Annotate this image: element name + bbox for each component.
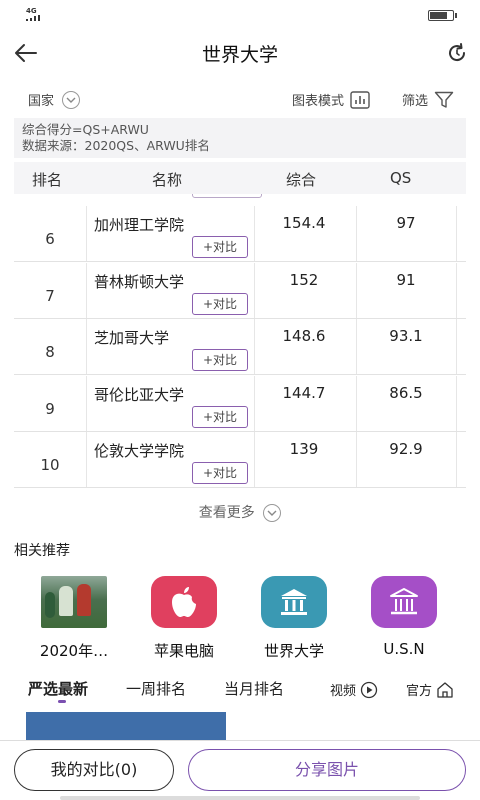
score-formula: 综合得分=QS+ARWU — [22, 122, 149, 137]
qs-cell: 92.9 — [389, 440, 423, 458]
col-name: 名称 — [152, 171, 183, 189]
share-image-button[interactable]: 分享图片 — [188, 749, 466, 791]
table-header: 排名 名称 综合 QS — [14, 162, 466, 194]
table-row[interactable]: 8 芝加哥大学 +对比 148.6 93.1 — [14, 319, 466, 375]
country-selector[interactable]: 国家 — [28, 90, 81, 109]
building-icon — [261, 576, 327, 628]
rank-cell: 6 — [45, 230, 55, 248]
play-icon — [360, 681, 378, 698]
tab-official-label: 官方 — [406, 684, 433, 699]
header: 世界大学 — [0, 30, 480, 76]
bottom-bar: 我的对比(0) 分享图片 — [0, 740, 480, 800]
page-title: 世界大学 — [201, 44, 278, 66]
university-name[interactable]: 伦敦大学学院 — [94, 440, 184, 461]
related-item-label: 苹果电脑 — [153, 642, 214, 660]
tab-video-label: 视频 — [330, 684, 357, 699]
col-score: 综合 — [286, 171, 317, 189]
see-more-label: 查看更多 — [198, 505, 255, 521]
tab-weekly[interactable]: 一周排名 — [126, 678, 186, 699]
add-compare-button[interactable]: +对比 — [192, 292, 248, 315]
add-compare-button[interactable]: +对比 — [192, 405, 248, 428]
chart-mode-label: 图表模式 — [292, 94, 345, 109]
qs-cell: 93.1 — [389, 327, 423, 345]
related-item-label: 世界大学 — [263, 642, 324, 660]
university-name[interactable]: 芝加哥大学 — [94, 327, 169, 348]
score-cell: 154.4 — [282, 214, 326, 232]
my-compare-button[interactable]: 我的对比(0) — [14, 749, 174, 791]
add-compare-button[interactable]: +对比 — [192, 462, 248, 484]
signal-icon — [26, 15, 42, 21]
related-item-label: 2020年… — [39, 642, 109, 660]
score-cell: 148.6 — [282, 327, 326, 345]
refresh-button[interactable] — [446, 42, 468, 64]
university-name[interactable]: 普林斯顿大学 — [94, 271, 184, 292]
chart-mode-button[interactable]: 图表模式 — [292, 90, 370, 109]
info-box: 综合得分=QS+ARWU 数据来源：2020QS、ARWU排名 — [14, 118, 466, 158]
qs-cell: 91 — [396, 270, 416, 289]
table-row[interactable]: 9 哥伦比亚大学 +对比 144.7 86.5 — [14, 375, 466, 432]
qs-cell: 86.5 — [389, 383, 423, 402]
table-row[interactable]: 6 加州理工学院 +对比 154.4 97 — [14, 206, 466, 262]
related-title: 相关推荐 — [14, 543, 70, 559]
status-bar: 4G — [0, 0, 480, 30]
filter-row: 国家 图表模式 筛选 — [0, 84, 480, 114]
tab-official[interactable]: 官方 — [406, 680, 454, 699]
funnel-icon — [434, 91, 454, 108]
tab-monthly[interactable]: 当月排名 — [224, 678, 284, 699]
home-indicator — [60, 796, 420, 800]
filter-button[interactable]: 筛选 — [402, 90, 454, 109]
add-compare-button[interactable]: +对比 — [192, 349, 248, 371]
country-label: 国家 — [28, 94, 55, 109]
chevron-down-icon — [263, 504, 282, 522]
network-label: 4G — [26, 7, 37, 15]
add-compare-button[interactable]: +对比 — [192, 236, 248, 258]
score-cell: 139 — [289, 440, 319, 458]
rank-cell: 7 — [45, 286, 55, 305]
table-row[interactable]: 7 普林斯顿大学 +对比 152 91 — [14, 262, 466, 319]
university-name[interactable]: 哥伦比亚大学 — [94, 384, 184, 405]
col-rank: 排名 — [32, 171, 63, 189]
col-qs: QS — [390, 169, 412, 187]
home-icon — [437, 681, 453, 698]
ranking-table[interactable]: 6 加州理工学院 +对比 154.4 97 7 普林斯顿大学 +对比 152 91 8 芝加哥大学 +对… — [14, 194, 466, 490]
filter-label: 筛选 — [402, 94, 429, 109]
table-row[interactable]: 10 伦敦大学学院 +对比 139 92.9 — [14, 432, 466, 488]
related-item-label: U.S.N — [383, 640, 425, 658]
related-item-usn[interactable]: U.S.N — [354, 576, 454, 658]
university-name[interactable]: 加州理工学院 — [94, 214, 184, 235]
rank-cell: 9 — [45, 399, 55, 418]
institution-icon — [371, 576, 437, 628]
rank-cell: 8 — [45, 343, 55, 361]
related-item-world-university[interactable]: 世界大学 — [244, 576, 344, 661]
score-cell: 144.7 — [282, 383, 326, 402]
apple-icon — [151, 576, 217, 628]
chevron-down-icon — [62, 90, 81, 109]
tab-video[interactable]: 视频 — [330, 680, 378, 699]
related-item-apple[interactable]: 苹果电脑 — [134, 576, 234, 661]
qs-cell: 97 — [396, 214, 416, 232]
rank-cell: 10 — [40, 456, 60, 474]
related-item-football[interactable]: 2020年… — [24, 576, 124, 661]
bar-chart-icon — [350, 90, 370, 109]
tab-latest[interactable]: 严选最新 — [28, 678, 88, 699]
football-photo — [41, 576, 107, 628]
tab-indicator — [58, 700, 66, 703]
battery-icon — [428, 10, 457, 21]
article-thumbnail[interactable] — [26, 712, 226, 742]
score-cell: 152 — [289, 270, 319, 289]
data-source: 数据来源：2020QS、ARWU排名 — [22, 138, 210, 153]
compare-button-partial — [192, 194, 262, 198]
content-tabs: 严选最新 一周排名 当月排名 视频 官方 — [0, 674, 480, 708]
refresh-icon — [449, 43, 466, 62]
see-more-button[interactable]: 查看更多 — [0, 502, 480, 522]
